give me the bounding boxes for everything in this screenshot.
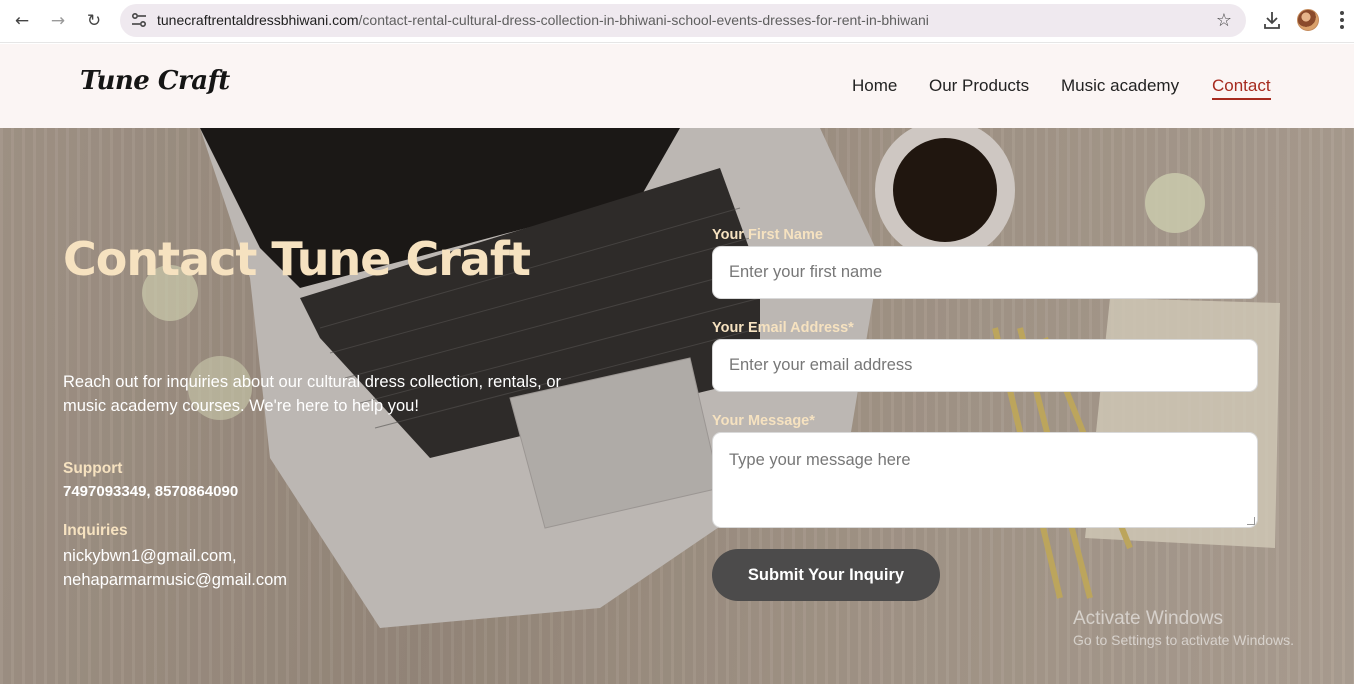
nav-our-products[interactable]: Our Products — [929, 76, 1029, 96]
browser-toolbar: ← → ↻ tunecraftrentaldressbhiwani.com/co… — [0, 0, 1354, 43]
inquiries-emails: nickybwn1@gmail.com, nehaparmarmusic@gma… — [63, 544, 287, 592]
back-arrow-icon[interactable]: ← — [9, 8, 35, 34]
avatar[interactable] — [1297, 9, 1319, 31]
inquiries-email-1[interactable]: nickybwn1@gmail.com, — [63, 544, 287, 568]
support-phone: 7497093349, 8570864090 — [63, 483, 239, 500]
first-name-placeholder: Enter your first name — [729, 263, 883, 281]
support-heading: Support — [63, 460, 123, 477]
inquiries-heading: Inquiries — [63, 522, 128, 539]
message-label: Your Message* — [712, 413, 815, 429]
forward-arrow-icon[interactable]: → — [45, 8, 71, 34]
first-name-label: Your First Name — [712, 227, 823, 243]
email-label: Your Email Address* — [712, 320, 854, 336]
star-icon[interactable]: ☆ — [1216, 10, 1232, 31]
email-placeholder: Enter your email address — [729, 356, 913, 374]
nav-contact[interactable]: Contact — [1212, 76, 1271, 100]
activate-windows-watermark: Activate Windows Go to Settings to activ… — [1073, 608, 1294, 648]
email-field[interactable]: Enter your email address — [712, 339, 1258, 392]
first-name-field[interactable]: Enter your first name — [712, 246, 1258, 299]
watermark-line-2: Go to Settings to activate Windows. — [1073, 632, 1294, 648]
message-field[interactable]: Type your message here — [712, 432, 1258, 528]
kebab-menu-icon[interactable] — [1335, 9, 1349, 31]
site-logo[interactable]: Tune Craft — [80, 66, 230, 96]
nav-music-academy[interactable]: Music academy — [1061, 76, 1179, 96]
inquiries-email-2[interactable]: nehaparmarmusic@gmail.com — [63, 568, 287, 592]
nav-home[interactable]: Home — [852, 76, 897, 96]
site-header: Tune Craft Home Our Products Music acade… — [0, 44, 1354, 128]
reload-icon[interactable]: ↻ — [81, 8, 107, 34]
contact-hero: Contact Tune Craft Reach out for inquiri… — [0, 128, 1354, 684]
site-info-icon[interactable] — [130, 11, 148, 29]
submit-inquiry-button[interactable]: Submit Your Inquiry — [712, 549, 940, 601]
resize-handle-icon[interactable] — [1247, 517, 1255, 525]
address-bar[interactable]: tunecraftrentaldressbhiwani.com/contact-… — [120, 4, 1246, 37]
message-placeholder: Type your message here — [729, 451, 911, 469]
hero-description: Reach out for inquiries about our cultur… — [63, 373, 562, 415]
url-host: tunecraftrentaldressbhiwani.com — [157, 12, 359, 28]
page-title: Contact Tune Craft — [63, 232, 531, 286]
url-text: tunecraftrentaldressbhiwani.com/contact-… — [157, 12, 929, 28]
download-icon[interactable] — [1261, 9, 1283, 31]
url-path: /contact-rental-cultural-dress-collectio… — [358, 12, 929, 28]
watermark-line-1: Activate Windows — [1073, 608, 1223, 629]
